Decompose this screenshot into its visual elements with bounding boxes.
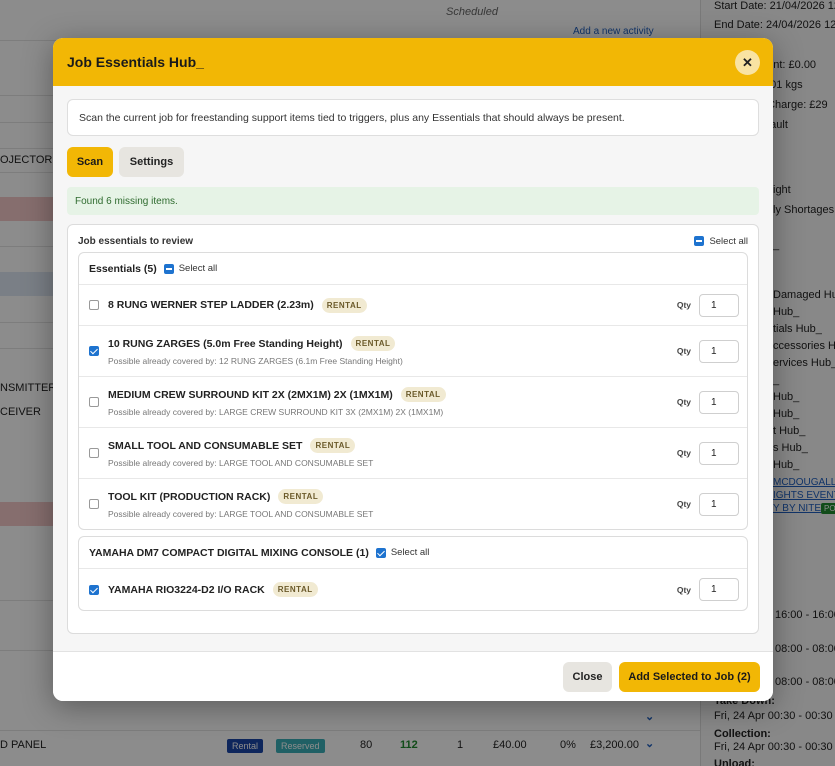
qty-label: Qty [676,584,691,595]
group-select-all-checkbox[interactable] [375,547,386,558]
essentials-group: Essentials (5) Select all 8 RUNG WERNER … [78,252,748,530]
close-icon[interactable]: ✕ [735,50,760,75]
coverage-note: Possible already covered by: LARGE TOOL … [108,509,374,519]
group-select-all-checkbox[interactable] [163,263,174,274]
qty-label: Qty [676,300,691,310]
list-item: TOOL KIT (PRODUCTION RACK) RENTAL Possib… [79,478,747,529]
group-select-all[interactable]: Select all [375,547,430,558]
console-group: YAMAHA DM7 COMPACT DIGITAL MIXING CONSOL… [78,536,748,611]
list-item: 8 RUNG WERNER STEP LADDER (2.23m) RENTAL… [79,284,747,325]
review-panel: Job essentials to review Select all Esse… [67,224,759,634]
modal-title: Job Essentials Hub_ [67,54,204,70]
group-select-all[interactable]: Select all [163,263,218,274]
rental-badge: RENTAL [310,438,356,453]
qty-input[interactable] [699,578,739,601]
rental-badge: RENTAL [272,582,318,597]
select-all-checkbox[interactable] [694,236,705,246]
group-title: YAMAHA DM7 COMPACT DIGITAL MIXING CONSOL… [89,546,369,559]
review-title: Job essentials to review [78,235,194,247]
list-item: YAMAHA RIO3224-D2 I/O RACK RENTAL Qty [79,568,747,610]
modal-header: Job Essentials Hub_ ✕ [53,38,773,86]
scan-button[interactable]: Scan [67,147,113,177]
item-name: MEDIUM CREW SURROUND KIT 2X (2MX1M) 2X (… [108,388,393,401]
coverage-note: Possible already covered by: LARGE CREW … [108,407,444,417]
qty-label: Qty [676,499,691,509]
item-name: SMALL TOOL AND CONSUMABLE SET [108,439,303,452]
coverage-note: Possible already covered by: 12 RUNG ZAR… [108,356,403,366]
rental-badge: RENTAL [278,489,324,504]
qty-input[interactable] [699,441,739,465]
rental-badge: RENTAL [321,297,367,313]
qty-label: Qty [676,397,691,407]
select-all-label: Select all [709,235,748,247]
settings-button[interactable]: Settings [119,147,184,177]
item-checkbox[interactable] [89,346,99,356]
tab-bar: Scan Settings [67,147,759,177]
rental-badge: RENTAL [400,387,446,402]
modal-footer: Close Add Selected to Job (2) [53,651,773,701]
select-all-label: Select all [390,547,430,558]
list-item: SMALL TOOL AND CONSUMABLE SET RENTAL Pos… [79,427,747,478]
rental-badge: RENTAL [350,336,396,351]
list-item: 10 RUNG ZARGES (5.0m Free Standing Heigh… [79,325,747,376]
qty-input[interactable] [699,390,739,414]
modal-body: Scan the current job for freestanding su… [53,86,773,651]
select-all-label: Select all [178,263,218,274]
close-button[interactable]: Close [563,661,612,692]
qty-input[interactable] [699,293,739,317]
item-name: 10 RUNG ZARGES (5.0m Free Standing Heigh… [108,337,343,350]
item-name: TOOL KIT (PRODUCTION RACK) [108,490,271,503]
item-checkbox[interactable] [89,584,99,595]
item-name: 8 RUNG WERNER STEP LADDER (2.23m) [108,299,314,311]
qty-input[interactable] [699,339,739,363]
group-title: Essentials (5) [89,262,157,275]
job-essentials-modal: Job Essentials Hub_ ✕ Scan the current j… [53,38,773,701]
qty-input[interactable] [699,492,739,516]
qty-label: Qty [676,346,691,356]
item-checkbox[interactable] [89,448,99,458]
select-all-global[interactable]: Select all [694,236,748,247]
item-checkbox[interactable] [89,499,99,509]
item-checkbox[interactable] [89,300,99,310]
intro-text: Scan the current job for freestanding su… [67,99,759,136]
qty-label: Qty [676,448,691,458]
coverage-note: Possible already covered by: LARGE TOOL … [108,458,374,468]
list-item: MEDIUM CREW SURROUND KIT 2X (2MX1M) 2X (… [79,376,747,427]
scan-result-message: Found 6 missing items. [67,187,759,215]
add-selected-button[interactable]: Add Selected to Job (2) [619,661,760,692]
item-name: YAMAHA RIO3224-D2 I/O RACK [108,583,265,596]
item-checkbox[interactable] [89,397,99,407]
